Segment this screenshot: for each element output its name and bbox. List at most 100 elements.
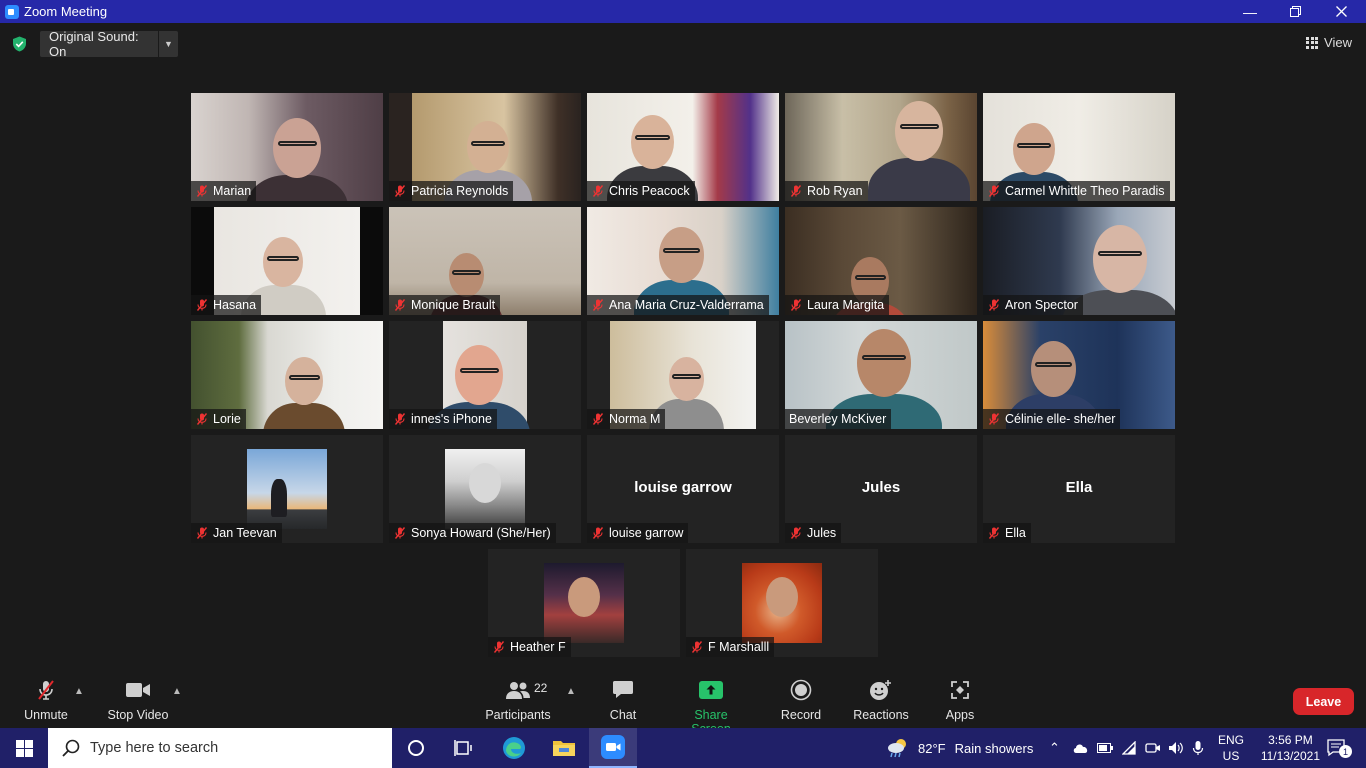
muted-mic-icon <box>394 527 406 539</box>
participant-tile[interactable]: louise garrow louise garrow <box>587 435 779 543</box>
participant-tile[interactable]: Carmel Whittle Theo Paradis <box>983 93 1175 201</box>
participant-face <box>467 121 509 173</box>
participant-name-bar: innes's iPhone <box>389 409 497 429</box>
reactions-label: Reactions <box>853 708 909 722</box>
participant-name: Beverley McKiver <box>789 412 887 426</box>
participant-tile[interactable]: Chris Peacock <box>587 93 779 201</box>
cortana-circle-icon <box>408 740 424 756</box>
participants-options-caret-icon[interactable]: ▲ <box>566 686 576 697</box>
participant-name: Jules <box>807 526 837 540</box>
participant-face <box>285 357 324 405</box>
participant-tile[interactable]: Laura Margita <box>785 207 977 315</box>
participant-tile[interactable]: Sonya Howard (She/Her) <box>389 435 581 543</box>
start-button[interactable] <box>0 728 48 768</box>
stop-video-label: Stop Video <box>107 708 169 722</box>
participant-tile[interactable]: Ana Maria Cruz-Valderrama <box>587 207 779 315</box>
cortana-button[interactable] <box>392 728 440 768</box>
lang-top: ENG <box>1218 733 1245 747</box>
participants-button[interactable]: 22 Participants <box>484 678 552 722</box>
participant-tile[interactable]: Lorie <box>191 321 383 429</box>
glasses-icon <box>452 269 481 275</box>
show-hidden-icons-button[interactable]: ⌃ <box>1049 728 1060 768</box>
notification-center-button[interactable]: 1 <box>1322 728 1352 768</box>
muted-mic-icon <box>790 185 802 197</box>
participant-tile[interactable]: Rob Ryan <box>785 93 977 201</box>
weather-desc: Rain showers <box>954 740 1034 756</box>
unmute-button[interactable]: Unmute <box>20 678 72 722</box>
participant-avatar <box>445 449 525 529</box>
stop-video-button[interactable]: Stop Video <box>105 678 171 722</box>
participant-tile[interactable]: F Marshalll <box>686 549 878 657</box>
task-view-button[interactable] <box>440 728 488 768</box>
participant-name-bar: Beverley McKiver <box>785 409 892 429</box>
view-button[interactable]: View <box>1306 35 1352 50</box>
participant-body <box>868 158 970 201</box>
meet-now-tray-button[interactable] <box>1145 728 1161 768</box>
video-options-caret-icon[interactable]: ▲ <box>172 686 182 697</box>
restore-button[interactable] <box>1272 0 1318 23</box>
participant-tile[interactable]: Jules Jules <box>785 435 977 543</box>
participant-tile[interactable]: Célinie elle- she/her <box>983 321 1175 429</box>
original-sound-dropdown[interactable]: ▼ <box>159 31 178 57</box>
participant-tile[interactable]: Heather F <box>488 549 680 657</box>
participant-name-bar: Jules <box>785 523 842 543</box>
participant-tile[interactable]: Monique Brault <box>389 207 581 315</box>
onedrive-tray-button[interactable] <box>1072 728 1090 768</box>
participant-name-bar: Rob Ryan <box>785 181 868 201</box>
participant-tile[interactable]: Patricia Reynolds <box>389 93 581 201</box>
chevron-up-icon: ⌃ <box>1049 740 1060 755</box>
apps-button[interactable]: Apps <box>943 678 977 722</box>
muted-mic-icon <box>988 413 1000 425</box>
volume-tray-button[interactable] <box>1168 728 1184 768</box>
reactions-button[interactable]: Reactions <box>852 678 910 722</box>
edge-taskbar-button[interactable] <box>490 728 538 768</box>
taskbar-clock[interactable]: 3:56 PM 11/13/2021 <box>1261 732 1320 764</box>
participant-tile[interactable]: Aron Spector <box>983 207 1175 315</box>
participant-name-bar: louise garrow <box>587 523 689 543</box>
glasses-icon <box>1016 142 1051 148</box>
muted-mic-icon <box>592 527 604 539</box>
weather-widget[interactable]: 82°F Rain showers <box>886 728 1033 768</box>
record-icon <box>790 679 812 701</box>
participant-tile[interactable]: Jan Teevan <box>191 435 383 543</box>
participant-tile[interactable]: Hasana <box>191 207 383 315</box>
participant-name-bar: Jan Teevan <box>191 523 282 543</box>
participant-tile[interactable]: Marian <box>191 93 383 201</box>
participant-tile[interactable]: innes's iPhone <box>389 321 581 429</box>
chevron-down-icon: ▼ <box>164 39 173 49</box>
muted-mic-icon <box>196 413 208 425</box>
view-label: View <box>1324 35 1352 50</box>
participant-tile[interactable]: Ella Ella <box>983 435 1175 543</box>
participant-name-bar: Carmel Whittle Theo Paradis <box>983 181 1170 201</box>
close-button[interactable] <box>1318 0 1364 23</box>
participant-name: Jan Teevan <box>213 526 277 540</box>
participant-name: Norma M <box>609 412 661 426</box>
chat-button[interactable]: Chat <box>603 678 643 722</box>
audio-options-caret-icon[interactable]: ▲ <box>74 686 84 697</box>
inukshuk-silhouette <box>271 479 287 517</box>
participant-tile[interactable]: Norma M <box>587 321 779 429</box>
security-shield-icon[interactable] <box>12 36 27 52</box>
glasses-icon <box>277 140 317 146</box>
participant-name: Sonya Howard (She/Her) <box>411 526 551 540</box>
close-icon <box>1335 6 1347 17</box>
participant-name-bar: Sonya Howard (She/Her) <box>389 523 556 543</box>
wifi-tray-button[interactable] <box>1122 728 1138 768</box>
leave-button[interactable]: Leave <box>1293 688 1354 715</box>
taskbar-search-box[interactable]: Type here to search <box>48 728 392 768</box>
record-button[interactable]: Record <box>779 678 823 722</box>
participant-avatar <box>247 449 327 529</box>
participant-name-bar: Aron Spector <box>983 295 1083 315</box>
minimize-button[interactable]: — <box>1227 0 1273 23</box>
zoom-taskbar-button[interactable] <box>589 728 637 768</box>
participant-face <box>659 227 704 283</box>
muted-mic-icon <box>988 185 1000 197</box>
participant-tile[interactable]: Beverley McKiver <box>785 321 977 429</box>
original-sound-button[interactable]: Original Sound: On <box>40 29 158 59</box>
participant-face <box>857 329 912 397</box>
file-explorer-taskbar-button[interactable] <box>540 728 588 768</box>
muted-mic-icon <box>988 527 1000 539</box>
battery-tray-button[interactable] <box>1097 728 1113 768</box>
input-language-button[interactable]: ENG US <box>1218 728 1244 768</box>
microphone-tray-button[interactable] <box>1192 728 1204 768</box>
